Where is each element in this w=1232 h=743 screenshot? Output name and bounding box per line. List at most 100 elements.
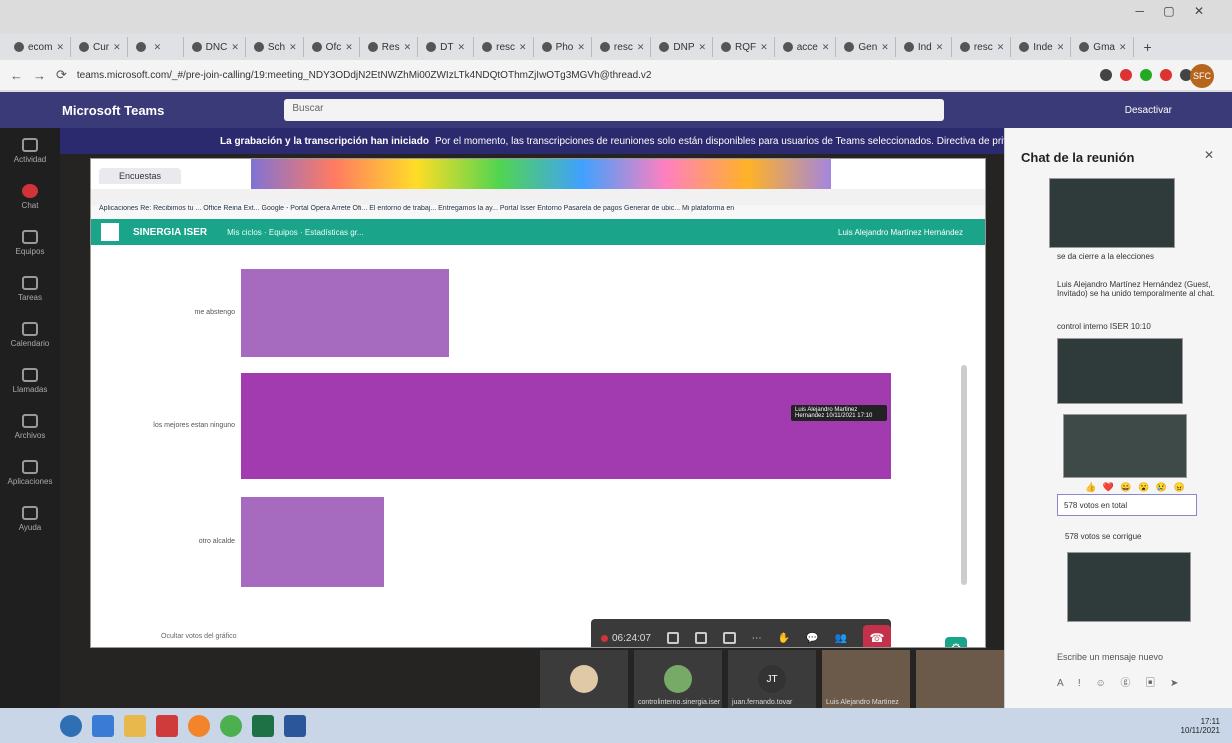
- media-icon[interactable]: [156, 714, 178, 737]
- browser-tab[interactable]: DNP ✕: [653, 37, 714, 57]
- close-tab-icon[interactable]: ✕: [881, 42, 889, 53]
- close-tab-icon[interactable]: ✕: [154, 42, 162, 53]
- more-icon[interactable]: ⋯: [752, 633, 762, 644]
- hang-up-button[interactable]: ☎: [863, 625, 891, 647]
- browser-tab[interactable]: Res ✕: [362, 37, 419, 57]
- word-icon[interactable]: [284, 714, 306, 737]
- chat-image-thumbnail[interactable]: [1057, 338, 1183, 404]
- ie-icon[interactable]: [92, 714, 114, 737]
- rail-item[interactable]: Calendario: [0, 312, 60, 358]
- folder-icon[interactable]: [124, 714, 146, 737]
- close-tab-icon[interactable]: ✕: [699, 42, 707, 53]
- extension-icon[interactable]: [1160, 69, 1172, 81]
- browser-tab[interactable]: ecom ✕: [8, 37, 71, 57]
- close-tab-icon[interactable]: ✕: [936, 42, 944, 53]
- browser-tab[interactable]: Ofc ✕: [306, 37, 360, 57]
- participant-tile[interactable]: [916, 650, 1004, 708]
- browser-tab[interactable]: resc ✕: [954, 37, 1012, 57]
- tab-label: RQF: [735, 41, 757, 53]
- close-tab-icon[interactable]: ✕: [1119, 42, 1127, 53]
- poll-bar[interactable]: [241, 497, 384, 587]
- share-icon[interactable]: [723, 632, 736, 644]
- new-tab-button[interactable]: +: [1136, 39, 1160, 55]
- chat-image-thumbnail[interactable]: [1049, 178, 1175, 248]
- browser-tab[interactable]: DT ✕: [420, 37, 475, 57]
- browser-tab[interactable]: resc ✕: [476, 37, 534, 57]
- tab-favicon-icon: [135, 42, 146, 52]
- close-tab-icon[interactable]: ✕: [577, 42, 585, 53]
- browser-tab[interactable]: ✕: [130, 37, 184, 57]
- rail-item[interactable]: Equipos: [0, 220, 60, 266]
- participant-tile[interactable]: [540, 650, 628, 708]
- poll-bar[interactable]: [241, 373, 891, 479]
- chat-image-thumbnail[interactable]: [1063, 414, 1187, 478]
- rail-item[interactable]: Aplicaciones: [0, 450, 60, 496]
- back-icon[interactable]: ←: [10, 68, 23, 83]
- firefox-icon[interactable]: [188, 714, 210, 737]
- scrollbar[interactable]: [961, 365, 967, 585]
- close-tab-icon[interactable]: ✕: [822, 42, 830, 53]
- extension-icon[interactable]: [1100, 69, 1112, 81]
- raise-hand-icon[interactable]: ✋: [778, 633, 790, 644]
- close-tab-icon[interactable]: ✕: [1057, 42, 1065, 53]
- tab-favicon-icon: [311, 42, 322, 52]
- mic-icon[interactable]: [695, 632, 708, 644]
- browser-tab[interactable]: Gen ✕: [838, 37, 896, 57]
- compose-input[interactable]: Escribe un mensaje nuevo: [1057, 652, 1163, 662]
- browser-tab[interactable]: resc ✕: [594, 37, 652, 57]
- user-menu[interactable]: Desactivar: [1125, 105, 1172, 116]
- participant-tile[interactable]: Luis Alejandro Martinez: [822, 650, 910, 708]
- reload-icon[interactable]: ⟳: [56, 67, 67, 83]
- browser-tab[interactable]: Cur ✕: [73, 37, 128, 57]
- rail-item[interactable]: Llamadas: [0, 358, 60, 404]
- chart-footer[interactable]: Ocultar votos del gráfico: [161, 633, 236, 640]
- browser-tab[interactable]: Gma ✕: [1073, 37, 1134, 57]
- rail-item[interactable]: Actividad: [0, 128, 60, 174]
- close-tab-icon[interactable]: ✕: [345, 42, 353, 53]
- search-input[interactable]: Buscar: [284, 99, 945, 121]
- excel-icon[interactable]: [252, 714, 274, 737]
- browser-tab[interactable]: RQF ✕: [715, 37, 775, 57]
- profile-avatar[interactable]: SFC: [1190, 64, 1214, 88]
- window-controls[interactable]: ─ ▢ ✕: [1135, 4, 1212, 18]
- browser-tab[interactable]: Sch ✕: [248, 37, 304, 57]
- browser-tab[interactable]: Inde ✕: [1013, 37, 1072, 57]
- reaction-bar[interactable]: 👍 ❤️ 😄 😮 😢 😠: [1085, 482, 1187, 493]
- chrome-icon[interactable]: [220, 714, 242, 737]
- rail-item[interactable]: Chat: [0, 174, 60, 220]
- close-tab-icon[interactable]: ✕: [997, 42, 1005, 53]
- browser-tab[interactable]: DNC ✕: [186, 37, 246, 57]
- close-tab-icon[interactable]: ✕: [56, 42, 64, 53]
- close-tab-icon[interactable]: ✕: [637, 42, 645, 53]
- browser-tab[interactable]: Ind ✕: [898, 37, 952, 57]
- close-tab-icon[interactable]: ✕: [289, 42, 297, 53]
- banner-title: La grabación y la transcripción han inic…: [220, 135, 429, 147]
- browser-tab[interactable]: acce ✕: [777, 37, 837, 57]
- close-tab-icon[interactable]: ✕: [519, 42, 527, 53]
- extension-icon[interactable]: [1140, 69, 1152, 81]
- chat-icon[interactable]: 💬: [806, 633, 818, 644]
- close-tab-icon[interactable]: ✕: [113, 42, 121, 53]
- participant-tile[interactable]: JT juan.fernando.tovar: [728, 650, 816, 708]
- start-button[interactable]: [60, 714, 82, 737]
- close-tab-icon[interactable]: ✕: [231, 42, 239, 53]
- people-icon[interactable]: 👥: [835, 633, 847, 644]
- rail-item[interactable]: Archivos: [0, 404, 60, 450]
- close-tab-icon[interactable]: ✕: [760, 42, 768, 53]
- camera-icon[interactable]: [666, 632, 680, 644]
- close-tab-icon[interactable]: ✕: [457, 42, 465, 53]
- url-field[interactable]: teams.microsoft.com/_#/pre-join-calling/…: [77, 70, 897, 81]
- rail-item[interactable]: Ayuda: [0, 496, 60, 542]
- poll-bar[interactable]: [241, 269, 449, 357]
- compose-tools[interactable]: A ! ☺ ⓖ ▣ ➤: [1057, 674, 1184, 689]
- action-button[interactable]: ⚙: [945, 637, 967, 647]
- sinergia-menu: Mis ciclos · Equipos · Estadísticas gr..…: [227, 227, 364, 237]
- browser-tab[interactable]: Pho ✕: [536, 37, 592, 57]
- extension-icon[interactable]: [1120, 69, 1132, 81]
- forward-icon[interactable]: →: [33, 68, 46, 83]
- rail-item[interactable]: Tareas: [0, 266, 60, 312]
- chat-image-thumbnail[interactable]: [1067, 552, 1191, 622]
- close-tab-icon[interactable]: ✕: [404, 42, 412, 53]
- close-icon[interactable]: ✕: [1204, 148, 1214, 162]
- participant-tile[interactable]: controlinterno.sinergia.iser: [634, 650, 722, 708]
